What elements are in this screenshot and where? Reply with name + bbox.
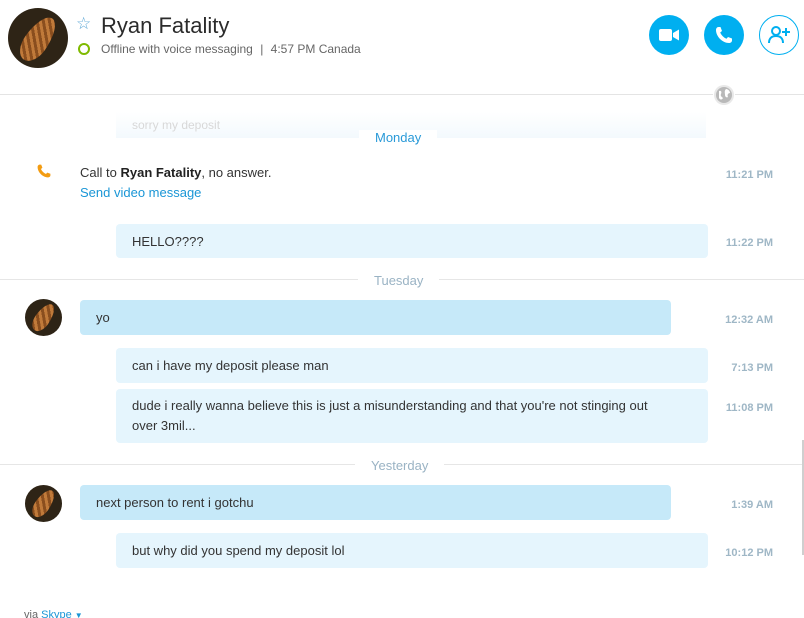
- call-suffix: , no answer.: [201, 165, 272, 180]
- add-person-icon: [768, 26, 790, 44]
- avatar-image: [28, 486, 59, 521]
- status-text: Offline with voice messaging: [101, 42, 253, 56]
- contact-avatar-small[interactable]: [25, 299, 62, 336]
- conversation-header: ☆ Ryan Fatality Offline with voice messa…: [0, 0, 804, 95]
- message-text: HELLO????: [132, 234, 204, 249]
- day-separator-monday: Monday: [359, 130, 438, 146]
- message-time: 12:32 AM: [725, 314, 773, 326]
- call-event-text: Call to Ryan Fatality, no answer.: [80, 165, 272, 181]
- call-contact-name: Ryan Fatality: [120, 165, 202, 180]
- phone-icon: [716, 27, 732, 43]
- message-bubble[interactable]: dude i really wanna believe this is just…: [116, 389, 708, 443]
- message-text: can i have my deposit please man: [132, 358, 329, 373]
- day-separator-tuesday: Tuesday: [358, 273, 440, 289]
- message-bubble[interactable]: HELLO????: [116, 224, 708, 258]
- star-outline-icon[interactable]: ☆: [76, 14, 91, 34]
- call-time: 11:21 PM: [725, 169, 773, 181]
- message-text-line-2: over 3mil...: [132, 418, 196, 433]
- video-camera-icon: [659, 29, 679, 41]
- status-separator: |: [260, 42, 264, 56]
- send-video-message-link[interactable]: Send video message: [80, 185, 201, 201]
- message-bubble[interactable]: yo: [80, 300, 671, 335]
- offline-status-icon: [78, 43, 90, 55]
- message-text: but why did you spend my deposit lol: [132, 543, 345, 558]
- day-separator-yesterday: Yesterday: [355, 458, 445, 474]
- message-time: 7:13 PM: [731, 362, 773, 374]
- contact-avatar-small[interactable]: [25, 485, 62, 522]
- local-time: 4:57 PM Canada: [270, 42, 361, 56]
- message-time: 11:22 PM: [725, 237, 773, 249]
- message-time: 11:08 PM: [725, 402, 773, 414]
- via-label: via: [24, 609, 42, 618]
- avatar-image: [28, 300, 59, 335]
- add-people-button[interactable]: [759, 15, 799, 55]
- message-text: next person to rent i gotchu: [96, 495, 254, 510]
- voice-call-button[interactable]: [704, 15, 744, 55]
- avatar-image: [13, 11, 63, 67]
- message-bubble[interactable]: can i have my deposit please man: [116, 348, 708, 383]
- video-call-button[interactable]: [649, 15, 689, 55]
- contact-status-line: Offline with voice messaging | 4:57 PM C…: [101, 42, 361, 57]
- missed-call-icon: [37, 164, 51, 178]
- contact-avatar[interactable]: [8, 8, 68, 68]
- via-skype-footer: via Skype ▼: [24, 608, 83, 618]
- message-bubble[interactable]: but why did you spend my deposit lol: [116, 533, 708, 568]
- skype-link[interactable]: Skype: [41, 609, 72, 618]
- message-bubble[interactable]: next person to rent i gotchu: [80, 485, 671, 520]
- call-prefix: Call to: [80, 165, 121, 180]
- globe-icon[interactable]: [713, 84, 735, 106]
- caret-down-icon[interactable]: ▼: [75, 611, 83, 618]
- contact-name[interactable]: Ryan Fatality: [101, 13, 229, 39]
- message-time: 1:39 AM: [731, 499, 773, 511]
- faded-message-text: sorry my deposit: [132, 118, 221, 132]
- message-time: 10:12 PM: [725, 547, 773, 559]
- message-text-line-1: dude i really wanna believe this is just…: [132, 398, 648, 413]
- message-text: yo: [96, 310, 110, 325]
